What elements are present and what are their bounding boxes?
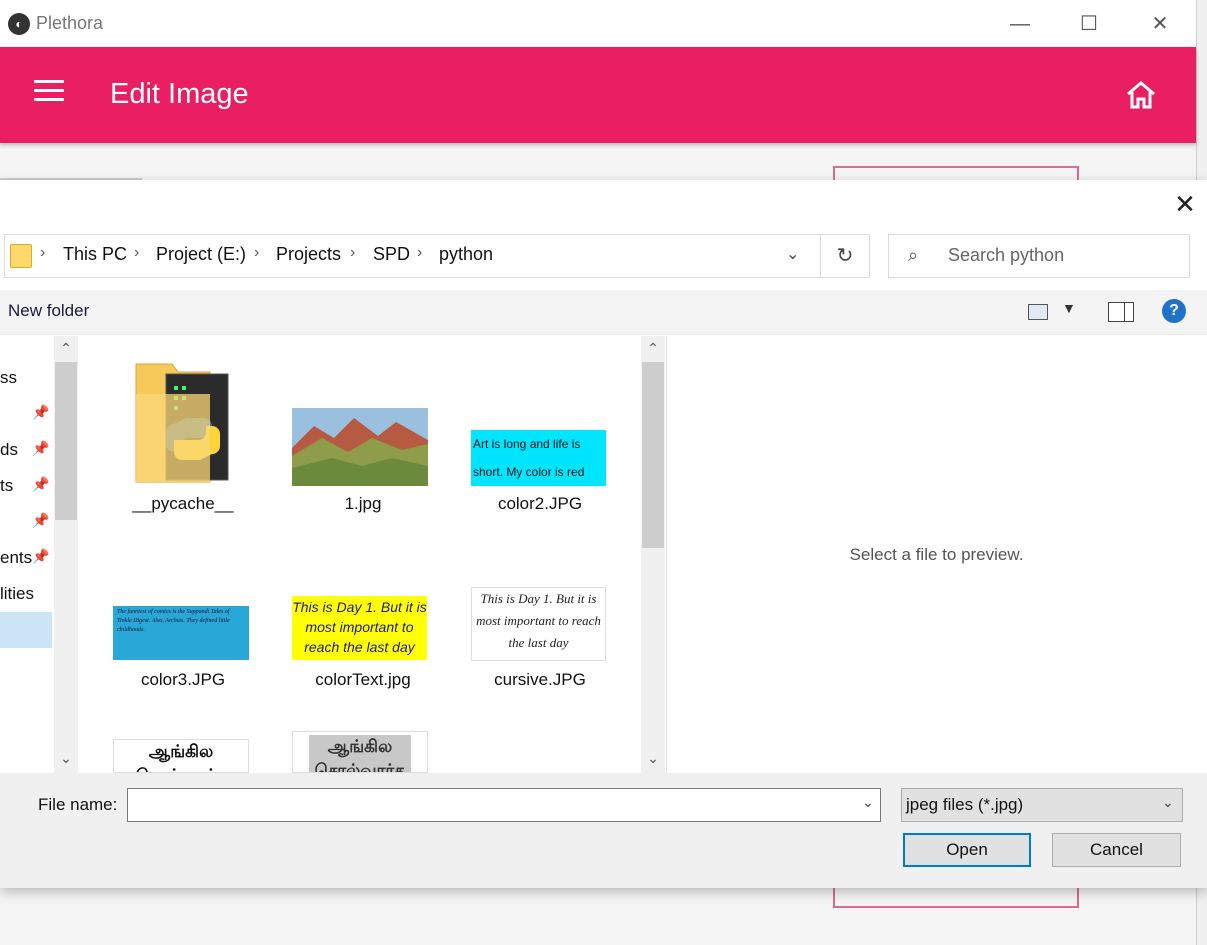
file-grid-scroll-thumb[interactable] [642, 362, 664, 548]
change-view-icon[interactable] [1028, 304, 1048, 320]
nav-item[interactable]: ss [0, 368, 17, 388]
breadcrumb-project-e[interactable]: Project (E:) [156, 244, 246, 265]
file-label[interactable]: __pycache__ [98, 494, 268, 514]
image-thumbnail[interactable]: The funniest of comics is the Suppandi T… [113, 606, 249, 660]
breadcrumb-projects[interactable]: Projects [276, 244, 341, 265]
file-label[interactable]: color3.JPG [98, 670, 268, 690]
scroll-up-icon[interactable]: ⌃ [642, 340, 664, 357]
pin-icon: 📌 [32, 404, 50, 420]
chevron-down-icon[interactable]: ⌄ [786, 244, 799, 264]
filename-label: File name: [38, 795, 118, 814]
nav-selected-item[interactable] [0, 612, 52, 648]
thumbnail-text: This is Day 1. But it is most important … [476, 591, 601, 650]
search-placeholder: Search python [948, 245, 1065, 265]
chevron-down-icon[interactable]: ⌄ [862, 794, 874, 811]
nav-item[interactable]: ents [0, 548, 32, 568]
pin-icon: 📌 [32, 512, 50, 528]
breadcrumb-spd[interactable]: SPD [373, 244, 410, 265]
dialog-close-icon[interactable]: ✕ [1170, 190, 1200, 218]
app-title: Plethora [36, 13, 104, 33]
filename-field[interactable] [127, 788, 881, 822]
refresh-button[interactable]: ↻ [820, 234, 870, 278]
close-icon[interactable]: ✕ [1137, 10, 1183, 38]
help-icon[interactable]: ? [1162, 299, 1186, 323]
scroll-down-icon[interactable]: ⌄ [55, 750, 77, 767]
nav-item[interactable]: ts [0, 476, 13, 496]
folder-icon [10, 244, 32, 268]
breadcrumb-python[interactable]: python [439, 244, 493, 265]
pin-icon: 📌 [32, 548, 50, 564]
nav-item[interactable]: lities [0, 584, 34, 604]
thumbnail-text: ஆங்கில சொல்வார்த [309, 735, 411, 772]
background-card-bottom [833, 886, 1079, 908]
image-thumbnail[interactable]: This is Day 1. But it is most important … [471, 587, 606, 661]
search-icon: ⌕ [908, 245, 919, 265]
python-folder-icon[interactable] [132, 360, 238, 488]
chevron-right-icon: › [134, 244, 140, 261]
scroll-down-icon[interactable]: ⌄ [642, 750, 664, 767]
thumbnail-text: ஆங்கில சொல்வார்த [136, 742, 227, 772]
cancel-button[interactable]: Cancel [1052, 833, 1181, 867]
thumbnail-text: The funniest of comics is the Suppandi T… [117, 609, 230, 633]
hamburger-menu-icon[interactable] [34, 80, 64, 104]
chevron-right-icon: › [254, 244, 260, 261]
thumbnail-text: Art is long and life is short. My color … [471, 430, 606, 486]
chevron-right-icon: › [350, 244, 356, 261]
nav-scroll-thumb[interactable] [55, 362, 77, 520]
preview-pane-icon[interactable] [1108, 302, 1134, 322]
chevron-down-icon[interactable]: ⌄ [1162, 794, 1174, 811]
file-label[interactable]: colorText.jpg [278, 670, 448, 690]
thumbnail-text: This is Day 1. But it is most important … [292, 599, 427, 655]
minimize-icon[interactable]: — [997, 10, 1043, 38]
file-label[interactable]: 1.jpg [278, 494, 448, 514]
new-folder-button[interactable]: New folder [8, 301, 89, 321]
open-button[interactable]: Open [903, 833, 1031, 867]
pin-icon: 📌 [32, 476, 50, 492]
toolbar-title: Edit Image [110, 78, 249, 110]
home-icon[interactable] [1124, 80, 1158, 110]
chevron-right-icon: › [417, 244, 423, 261]
app-logo-icon: ◐ [8, 13, 30, 35]
pin-icon: 📌 [32, 440, 50, 456]
nav-item[interactable]: ds [0, 440, 18, 460]
scroll-up-icon[interactable]: ⌃ [55, 340, 77, 357]
preview-message: Select a file to preview. [849, 545, 1024, 564]
image-thumbnail[interactable]: ஆங்கில சொல்வார்த [292, 731, 428, 773]
image-thumbnail[interactable]: ஆங்கில சொல்வார்த [113, 739, 249, 773]
command-bar [0, 290, 1207, 335]
filetype-selected-value: jpeg files (*.jpg) [906, 795, 1024, 814]
file-label[interactable]: cursive.JPG [455, 670, 625, 690]
image-thumbnail[interactable]: This is Day 1. But it is most important … [292, 596, 427, 660]
landscape-thumbnail[interactable] [292, 408, 428, 486]
breadcrumb-this-pc[interactable]: This PC [63, 244, 127, 265]
caret-down-icon[interactable]: ▼ [1062, 300, 1076, 316]
chevron-right-icon: › [40, 244, 46, 261]
image-thumbnail[interactable]: Art is long and life is short. My color … [471, 430, 606, 486]
maximize-icon[interactable]: ☐ [1066, 10, 1112, 38]
file-label[interactable]: color2.JPG [455, 494, 625, 514]
